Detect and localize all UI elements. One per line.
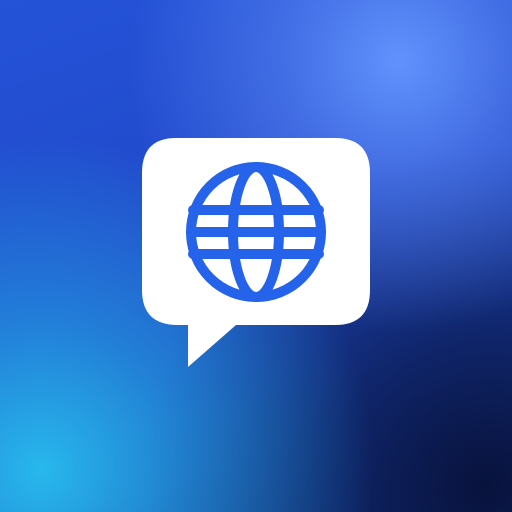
app-icon xyxy=(0,0,512,512)
speech-bubble xyxy=(142,138,370,367)
